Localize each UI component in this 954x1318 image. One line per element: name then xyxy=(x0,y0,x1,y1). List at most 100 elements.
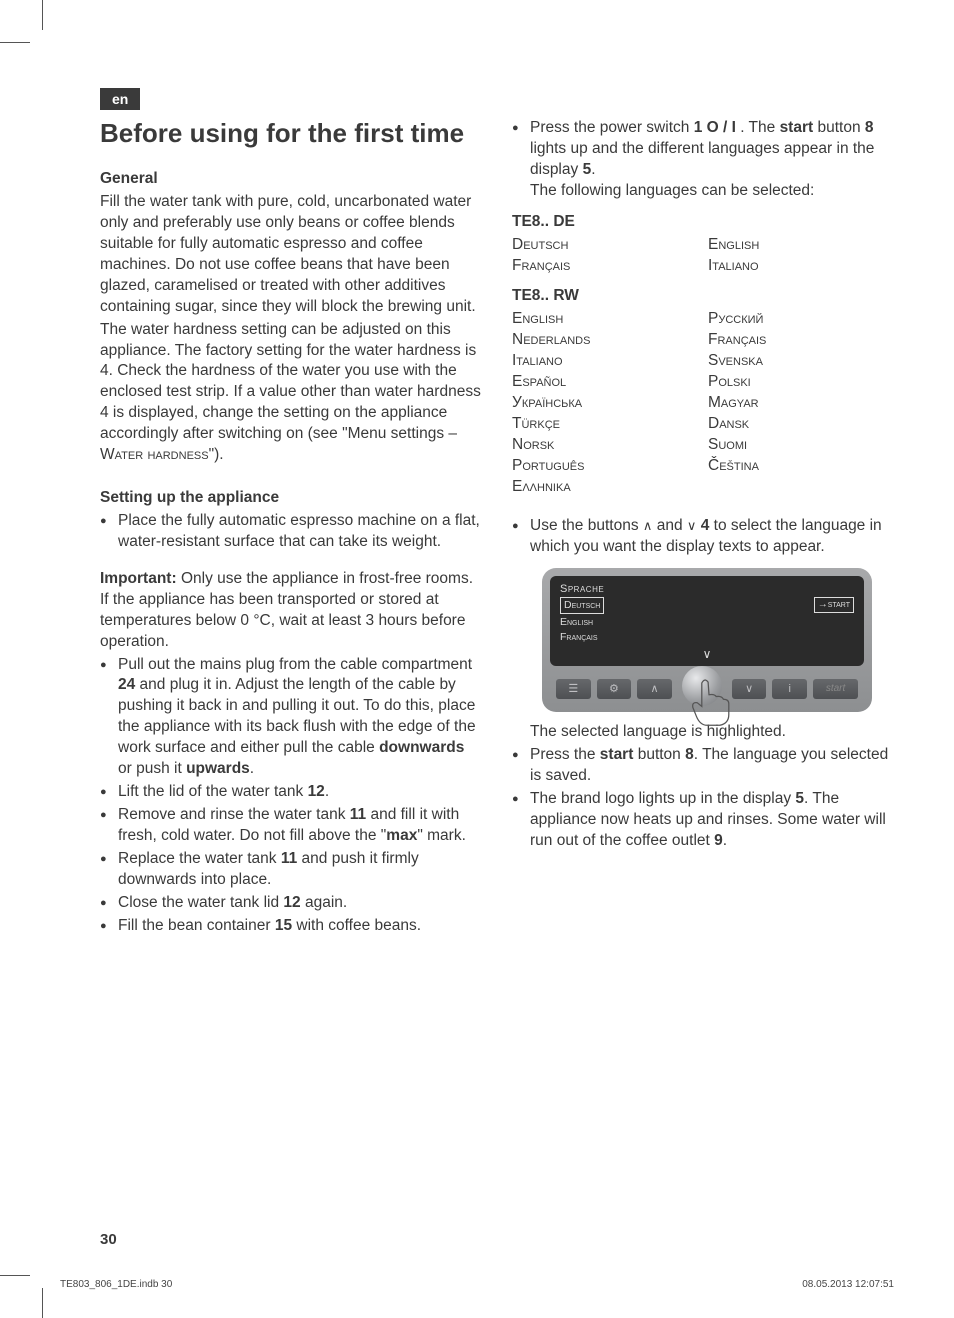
ref-number: 11 xyxy=(281,850,297,867)
language-grid-de: Deutsch English Français Italiano xyxy=(512,235,894,277)
crop-mark xyxy=(0,42,30,43)
language-option: Русский xyxy=(708,309,894,330)
text: . xyxy=(250,760,254,777)
language-option: Español xyxy=(512,372,698,393)
print-file: TE803_806_1DE.indb 30 xyxy=(60,1279,172,1290)
screen-selected-option: Deutsch xyxy=(560,597,604,613)
panel-button-row: ☰ ⚙ ∧ ∨ i start xyxy=(550,666,864,706)
chevron-down-icon: ∨ xyxy=(560,646,854,662)
text: or push it xyxy=(118,760,186,777)
ref-number: 11 xyxy=(350,806,366,823)
language-option: Polski xyxy=(708,372,894,393)
bold-word: upwards xyxy=(186,760,250,777)
bold-word: start xyxy=(600,746,634,763)
text: and xyxy=(652,517,686,534)
content-columns: Before using for the first time General … xyxy=(100,118,894,939)
text: Use the buttons xyxy=(530,517,643,534)
display-screen: Sprache Deutsch →start English Français … xyxy=(550,576,864,667)
bold-word: max xyxy=(386,827,417,844)
text: " mark. xyxy=(417,827,466,844)
smallcaps-text: Water hardness xyxy=(100,446,209,463)
ref-number: 8 xyxy=(865,119,874,136)
ref-number: 15 xyxy=(275,917,292,934)
list-item: Close the water tank lid 12 again. xyxy=(100,893,482,914)
ref-label: 1 O / I xyxy=(694,119,736,136)
text: Replace the water tank xyxy=(118,850,281,867)
language-grid-rw: English Русский Nederlands Français Ital… xyxy=(512,309,894,497)
text: "). xyxy=(209,446,224,463)
page-number: 30 xyxy=(100,1231,117,1248)
language-option: Norsk xyxy=(512,435,698,456)
chevron-up-icon: ∧ xyxy=(643,519,653,532)
language-option: Türkçe xyxy=(512,414,698,435)
ref-number: 24 xyxy=(118,676,135,693)
text: Press the xyxy=(530,746,600,763)
language-option: Ελληνικα xyxy=(512,477,698,498)
language-option: Italiano xyxy=(512,351,698,372)
ref-number: 9 xyxy=(714,832,723,849)
heading-setup: Setting up the appliance xyxy=(100,488,482,509)
language-option: Suomi xyxy=(708,435,894,456)
ref-number: 8 xyxy=(685,746,694,763)
pointing-hand-icon xyxy=(682,674,736,728)
list-item: Use the buttons ∧ and ∨ 4 to select the … xyxy=(512,516,894,558)
crop-mark xyxy=(0,1275,30,1276)
language-option: Українська xyxy=(512,393,698,414)
language-tab: en xyxy=(100,88,140,110)
print-metadata: TE803_806_1DE.indb 30 08.05.2013 12:07:5… xyxy=(60,1279,894,1290)
language-option xyxy=(708,477,894,498)
page: en Before using for the first time Gener… xyxy=(0,0,954,1318)
list-item: Place the fully automatic espresso machi… xyxy=(100,511,482,553)
page-title: Before using for the first time xyxy=(100,118,482,149)
panel-button-settings-icon: ⚙ xyxy=(597,679,632,699)
panel-button-menu-icon: ☰ xyxy=(556,679,591,699)
appliance-display-figure: Sprache Deutsch →start English Français … xyxy=(542,568,872,713)
ref-number: 5 xyxy=(795,790,804,807)
panel-button-down-icon: ∨ xyxy=(732,679,767,699)
screen-start-badge: →start xyxy=(814,597,854,613)
language-option: Nederlands xyxy=(512,330,698,351)
language-option: Français xyxy=(512,256,698,277)
text: with coffee beans. xyxy=(292,917,421,934)
ref-number: 5 xyxy=(583,161,592,178)
heading-general: General xyxy=(100,169,482,190)
bullet-list: Use the buttons ∧ and ∨ 4 to select the … xyxy=(512,516,894,558)
language-option: Deutsch xyxy=(512,235,698,256)
ref-number: 12 xyxy=(308,783,325,800)
text: Remove and rinse the water tank xyxy=(118,806,350,823)
language-option: Magyar xyxy=(708,393,894,414)
list-item: Lift the lid of the water tank 12. xyxy=(100,782,482,803)
language-option: English xyxy=(708,235,894,256)
text: The following languages can be selected: xyxy=(530,182,814,199)
right-column: Press the power switch 1 O / I . The sta… xyxy=(512,118,894,939)
language-option: Português xyxy=(512,456,698,477)
text: start xyxy=(828,599,850,610)
list-item: The brand logo lights up in the display … xyxy=(512,789,894,852)
text: button xyxy=(633,746,685,763)
list-item: Press the power switch 1 O / I . The sta… xyxy=(512,118,894,202)
screen-option: Français xyxy=(560,630,854,644)
left-column: Before using for the first time General … xyxy=(100,118,482,939)
text: The brand logo lights up in the display xyxy=(530,790,795,807)
text: again. xyxy=(301,894,348,911)
paragraph: Fill the water tank with pure, cold, unc… xyxy=(100,192,482,318)
bullet-list: Place the fully automatic espresso machi… xyxy=(100,511,482,553)
display-panel: Sprache Deutsch →start English Français … xyxy=(542,568,872,713)
print-date: 08.05.2013 12:07:51 xyxy=(802,1279,894,1290)
language-option: Italiano xyxy=(708,256,894,277)
text: . xyxy=(325,783,329,800)
text: Fill the bean container xyxy=(118,917,275,934)
text: . The xyxy=(736,119,780,136)
language-option: Dansk xyxy=(708,414,894,435)
model-heading: TE8.. RW xyxy=(512,286,894,307)
paragraph: The water hardness setting can be adjust… xyxy=(100,320,482,466)
ref-number: 12 xyxy=(283,894,300,911)
screen-title: Sprache xyxy=(560,582,854,597)
bold-word: start xyxy=(780,119,814,136)
rotary-dial xyxy=(682,666,722,706)
text: button xyxy=(813,119,865,136)
paragraph-important: Important: Only use the appliance in fro… xyxy=(100,569,482,653)
crop-mark xyxy=(42,1288,43,1318)
screen-option: English xyxy=(560,615,854,629)
language-option: Svenska xyxy=(708,351,894,372)
